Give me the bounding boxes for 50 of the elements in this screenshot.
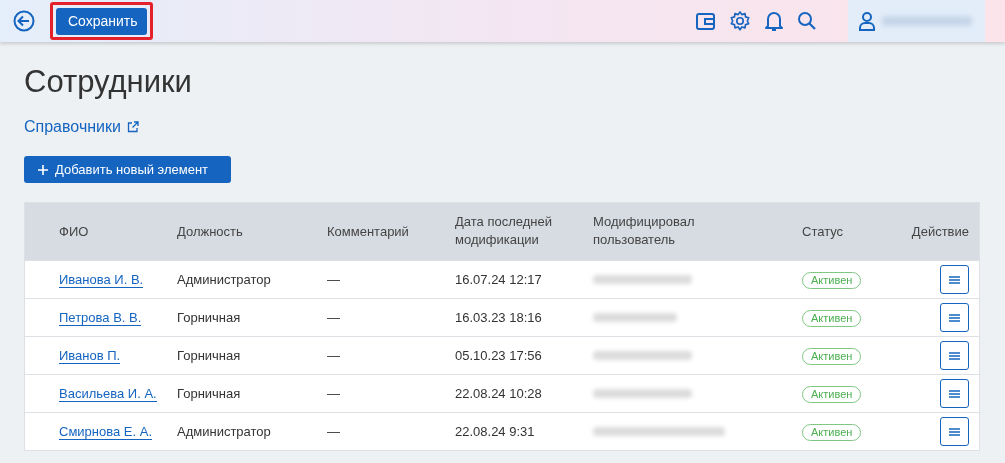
menu-icon — [949, 427, 960, 436]
column-header: Должность — [177, 222, 243, 241]
menu-icon — [949, 313, 960, 322]
page-title: Сотрудники — [24, 63, 193, 101]
settings-icon[interactable] — [729, 10, 751, 32]
employee-link[interactable]: Смирнова Е. А. — [59, 423, 152, 440]
row-menu-button[interactable] — [940, 379, 969, 408]
menu-icon — [949, 389, 960, 398]
table-cell: Горничная — [177, 385, 241, 401]
employee-link[interactable]: Васильева И. А. — [59, 385, 157, 402]
user-icon — [858, 11, 876, 31]
table-cell: — — [327, 347, 340, 363]
table-cell: — — [327, 385, 340, 401]
column-header: Статус — [802, 222, 844, 241]
wallet-icon[interactable] — [695, 10, 716, 32]
row-menu-button[interactable] — [940, 303, 969, 332]
column-header: Модифицировал пользователь — [593, 213, 696, 250]
row-menu-button[interactable] — [940, 417, 969, 446]
table-cell: — — [327, 271, 340, 287]
column-header: Действие — [911, 222, 969, 241]
table-cell: Горничная — [177, 309, 241, 325]
directory-link[interactable]: Справочники — [24, 115, 121, 139]
table-cell: 22.08.24 9:31 — [455, 423, 535, 439]
table-cell: — — [327, 309, 340, 325]
menu-icon — [949, 351, 960, 360]
bell-icon[interactable] — [764, 10, 784, 32]
column-header: Комментарий — [327, 222, 409, 241]
save-button[interactable]: Сохранить — [56, 7, 147, 35]
back-button[interactable] — [13, 10, 35, 32]
table-cell: Администратор — [177, 271, 271, 287]
table-cell: 16.07.24 12:17 — [455, 271, 542, 287]
add-element-button[interactable]: Добавить новый элемент — [24, 156, 231, 183]
external-link-icon — [126, 121, 139, 133]
table-cell: 05.10.23 17:56 — [455, 347, 542, 363]
table-cell: Администратор — [177, 423, 271, 439]
row-menu-button[interactable] — [940, 265, 969, 294]
plus-icon — [38, 164, 48, 175]
user-menu[interactable] — [848, 0, 985, 42]
column-header: Дата последней модификации — [455, 213, 553, 250]
column-header: ФИО — [59, 222, 89, 241]
search-icon[interactable] — [797, 11, 817, 31]
row-menu-button[interactable] — [940, 341, 969, 370]
table-cell: 16.03.23 18:16 — [455, 309, 542, 325]
employee-link[interactable]: Иванова И. В. — [59, 271, 144, 288]
menu-icon — [949, 275, 960, 284]
table-cell: — — [327, 423, 340, 439]
employee-link[interactable]: Иванов П. — [59, 347, 121, 364]
table-cell: 22.08.24 10:28 — [455, 385, 542, 401]
table-cell: Горничная — [177, 347, 241, 363]
employee-link[interactable]: Петрова В. В. — [59, 309, 142, 326]
